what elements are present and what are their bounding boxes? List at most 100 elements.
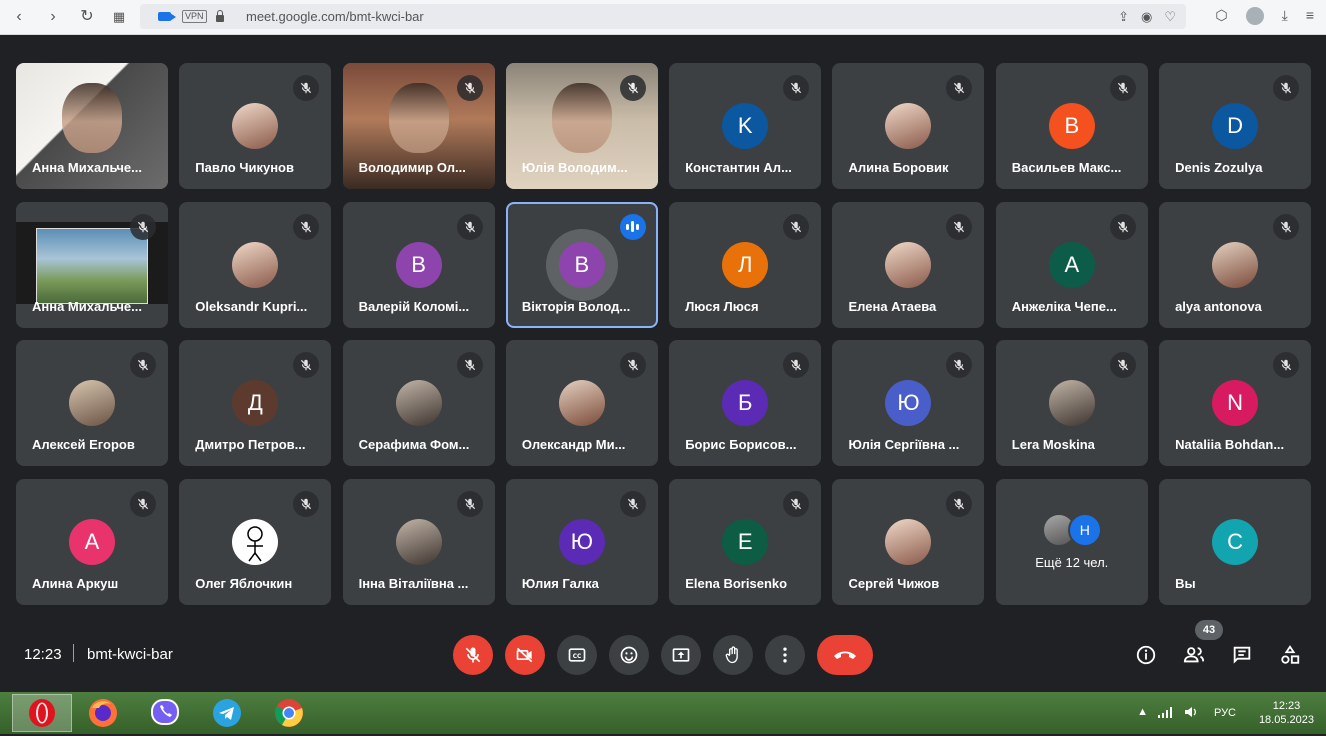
participant-name: Алина Аркуш bbox=[32, 575, 119, 591]
share-icon[interactable]: ⇪ bbox=[1118, 9, 1129, 25]
participant-tile[interactable]: Алина Боровик bbox=[832, 63, 985, 189]
participant-tile[interactable]: Д Дмитро Петров... bbox=[179, 340, 332, 466]
divider bbox=[73, 644, 74, 662]
participant-tile[interactable]: Алексей Егоров bbox=[16, 340, 168, 466]
participant-tile[interactable]: N Nataliia Bohdan... bbox=[1159, 340, 1312, 466]
participant-avatar: Ю bbox=[558, 518, 605, 565]
profile-avatar[interactable] bbox=[1245, 7, 1264, 25]
heart-icon[interactable]: ♡ bbox=[1164, 9, 1176, 25]
mic-toggle-button[interactable] bbox=[453, 635, 493, 675]
firefox-icon[interactable] bbox=[86, 696, 120, 730]
participant-tile[interactable]: Lera Moskina bbox=[995, 340, 1148, 466]
participant-tile[interactable]: Анна Михальче... bbox=[16, 201, 168, 328]
participant-name: Васильев Макс... bbox=[1011, 160, 1122, 175]
participant-tile[interactable]: Анна Михальче... bbox=[16, 63, 168, 189]
participant-tile[interactable]: K Константин Ал... bbox=[669, 63, 822, 189]
url-text[interactable]: meet.google.com/bmt-kwci-bar bbox=[246, 9, 424, 24]
participant-tile[interactable]: Сергей Чижов bbox=[832, 478, 985, 605]
participant-tile[interactable]: A Алина Аркуш bbox=[16, 478, 168, 605]
participant-avatar: B bbox=[545, 228, 618, 301]
extensions-icon[interactable]: ⬡ bbox=[1215, 7, 1227, 25]
participant-tile[interactable]: Олександр Ми... bbox=[505, 340, 658, 466]
volume-icon[interactable] bbox=[1184, 705, 1198, 722]
snapshot-icon[interactable]: ◉ bbox=[1141, 9, 1152, 25]
muted-mic-icon bbox=[619, 75, 646, 101]
chrome-icon[interactable] bbox=[272, 696, 306, 730]
participant-tile[interactable]: Володимир Ол... bbox=[342, 63, 495, 189]
muted-mic-icon bbox=[1109, 213, 1136, 240]
viber-icon[interactable] bbox=[148, 696, 182, 730]
muted-mic-icon bbox=[783, 352, 810, 378]
back-icon[interactable]: ‹ bbox=[10, 8, 28, 26]
activities-button[interactable] bbox=[1279, 644, 1301, 671]
participant-tile[interactable]: H Ещё 12 чел. bbox=[995, 478, 1148, 605]
telegram-icon[interactable] bbox=[210, 696, 244, 730]
participant-name: Nataliia Bohdan... bbox=[1175, 437, 1285, 452]
chat-button[interactable] bbox=[1231, 644, 1253, 671]
participant-name: Elena Borisenko bbox=[685, 575, 788, 591]
participant-name: Алина Боровик bbox=[848, 160, 949, 175]
present-screen-button[interactable] bbox=[661, 635, 701, 675]
raise-hand-button[interactable] bbox=[713, 635, 753, 675]
participant-name: Lera Moskina bbox=[1011, 437, 1095, 452]
download-icon[interactable]: ⤓ bbox=[1282, 7, 1288, 25]
forward-icon[interactable]: › bbox=[44, 8, 62, 26]
participant-name: Анжеліка Чепе... bbox=[1011, 298, 1117, 314]
menu-icon[interactable]: ≡ bbox=[1306, 7, 1314, 25]
vpn-badge[interactable]: VPN bbox=[182, 10, 207, 23]
participant-tile[interactable]: Ю Юлія Сергіївна ... bbox=[832, 340, 985, 466]
muted-mic-icon bbox=[293, 352, 320, 378]
participant-tile[interactable]: Елена Атаева bbox=[832, 201, 985, 328]
participant-name: Валерій Коломі... bbox=[358, 298, 470, 314]
meeting-details-button[interactable] bbox=[1135, 644, 1157, 671]
muted-mic-icon bbox=[1273, 213, 1300, 240]
participant-tile[interactable]: C Вы bbox=[1159, 478, 1312, 605]
language-indicator[interactable]: РУС bbox=[1214, 707, 1236, 719]
network-icon[interactable] bbox=[1158, 706, 1174, 721]
participant-tile[interactable]: E Elena Borisenko bbox=[669, 478, 822, 605]
participant-face bbox=[62, 83, 122, 153]
lock-icon[interactable] bbox=[216, 10, 224, 22]
emoji-icon bbox=[620, 646, 638, 664]
participant-tile[interactable]: Інна Віталіївна ... bbox=[342, 478, 495, 605]
participant-tile[interactable]: alya antonova bbox=[1159, 201, 1312, 328]
participant-name: alya antonova bbox=[1175, 298, 1262, 314]
participant-tile[interactable]: Павло Чикунов bbox=[179, 63, 332, 189]
participant-tile[interactable]: Б Борис Борисов... bbox=[669, 340, 822, 466]
camera-toggle-button[interactable] bbox=[505, 635, 545, 675]
taskbar-opera-active[interactable] bbox=[12, 694, 72, 732]
participant-tile[interactable]: Юлія Володим... bbox=[505, 63, 658, 189]
taskbar-clock[interactable]: 12:23 18.05.2023 bbox=[1259, 699, 1314, 727]
more-options-button[interactable] bbox=[765, 635, 805, 675]
address-bar[interactable]: VPN meet.google.com/bmt-kwci-bar ⇪ ◉ ♡ bbox=[140, 4, 1186, 29]
participant-tile[interactable]: B Валерій Коломі... bbox=[342, 201, 495, 328]
participant-tile[interactable]: Л Люся Люся bbox=[669, 201, 822, 328]
participant-avatar: Л bbox=[722, 241, 769, 288]
participant-tile[interactable]: A Анжеліка Чепе... bbox=[995, 201, 1148, 328]
more-participants-avatars: H bbox=[1041, 512, 1106, 547]
participant-tile[interactable]: Серафима Фом... bbox=[342, 340, 495, 466]
leave-call-button[interactable] bbox=[817, 635, 873, 675]
participant-avatar: N bbox=[1212, 380, 1259, 426]
reload-icon[interactable]: ↻ bbox=[78, 8, 96, 26]
muted-mic-icon bbox=[456, 213, 483, 240]
participant-grid: Анна Михальче... Павло Чикунов Володимир О… bbox=[16, 63, 1312, 605]
participant-avatar: A bbox=[69, 518, 115, 565]
tray-expand-icon[interactable]: ▲ bbox=[1137, 706, 1148, 718]
more-participants-label: Ещё 12 чел. bbox=[1035, 554, 1109, 570]
participant-name: Олег Яблочкин bbox=[195, 575, 293, 591]
participant-tile[interactable]: B Вікторія Волод... bbox=[505, 201, 658, 328]
participant-tile[interactable]: Олег Яблочкин bbox=[179, 478, 332, 605]
participant-tile[interactable]: D Denis Zozulya bbox=[1159, 63, 1312, 189]
people-button[interactable] bbox=[1182, 644, 1206, 671]
participant-name: Борис Борисов... bbox=[685, 437, 797, 452]
activities-icon bbox=[1281, 645, 1300, 664]
reactions-button[interactable] bbox=[609, 635, 649, 675]
muted-mic-icon bbox=[130, 352, 156, 378]
participant-tile[interactable]: B Васильев Макс... bbox=[995, 63, 1148, 189]
participant-tile[interactable]: Oleksandr Kupri... bbox=[179, 201, 332, 328]
captions-button[interactable]: CC bbox=[557, 635, 597, 675]
participant-tile[interactable]: Ю Юлия Галка bbox=[505, 478, 658, 605]
speed-dial-icon[interactable]: ▦ bbox=[110, 8, 128, 26]
meeting-time: 12:23 bbox=[24, 646, 62, 663]
